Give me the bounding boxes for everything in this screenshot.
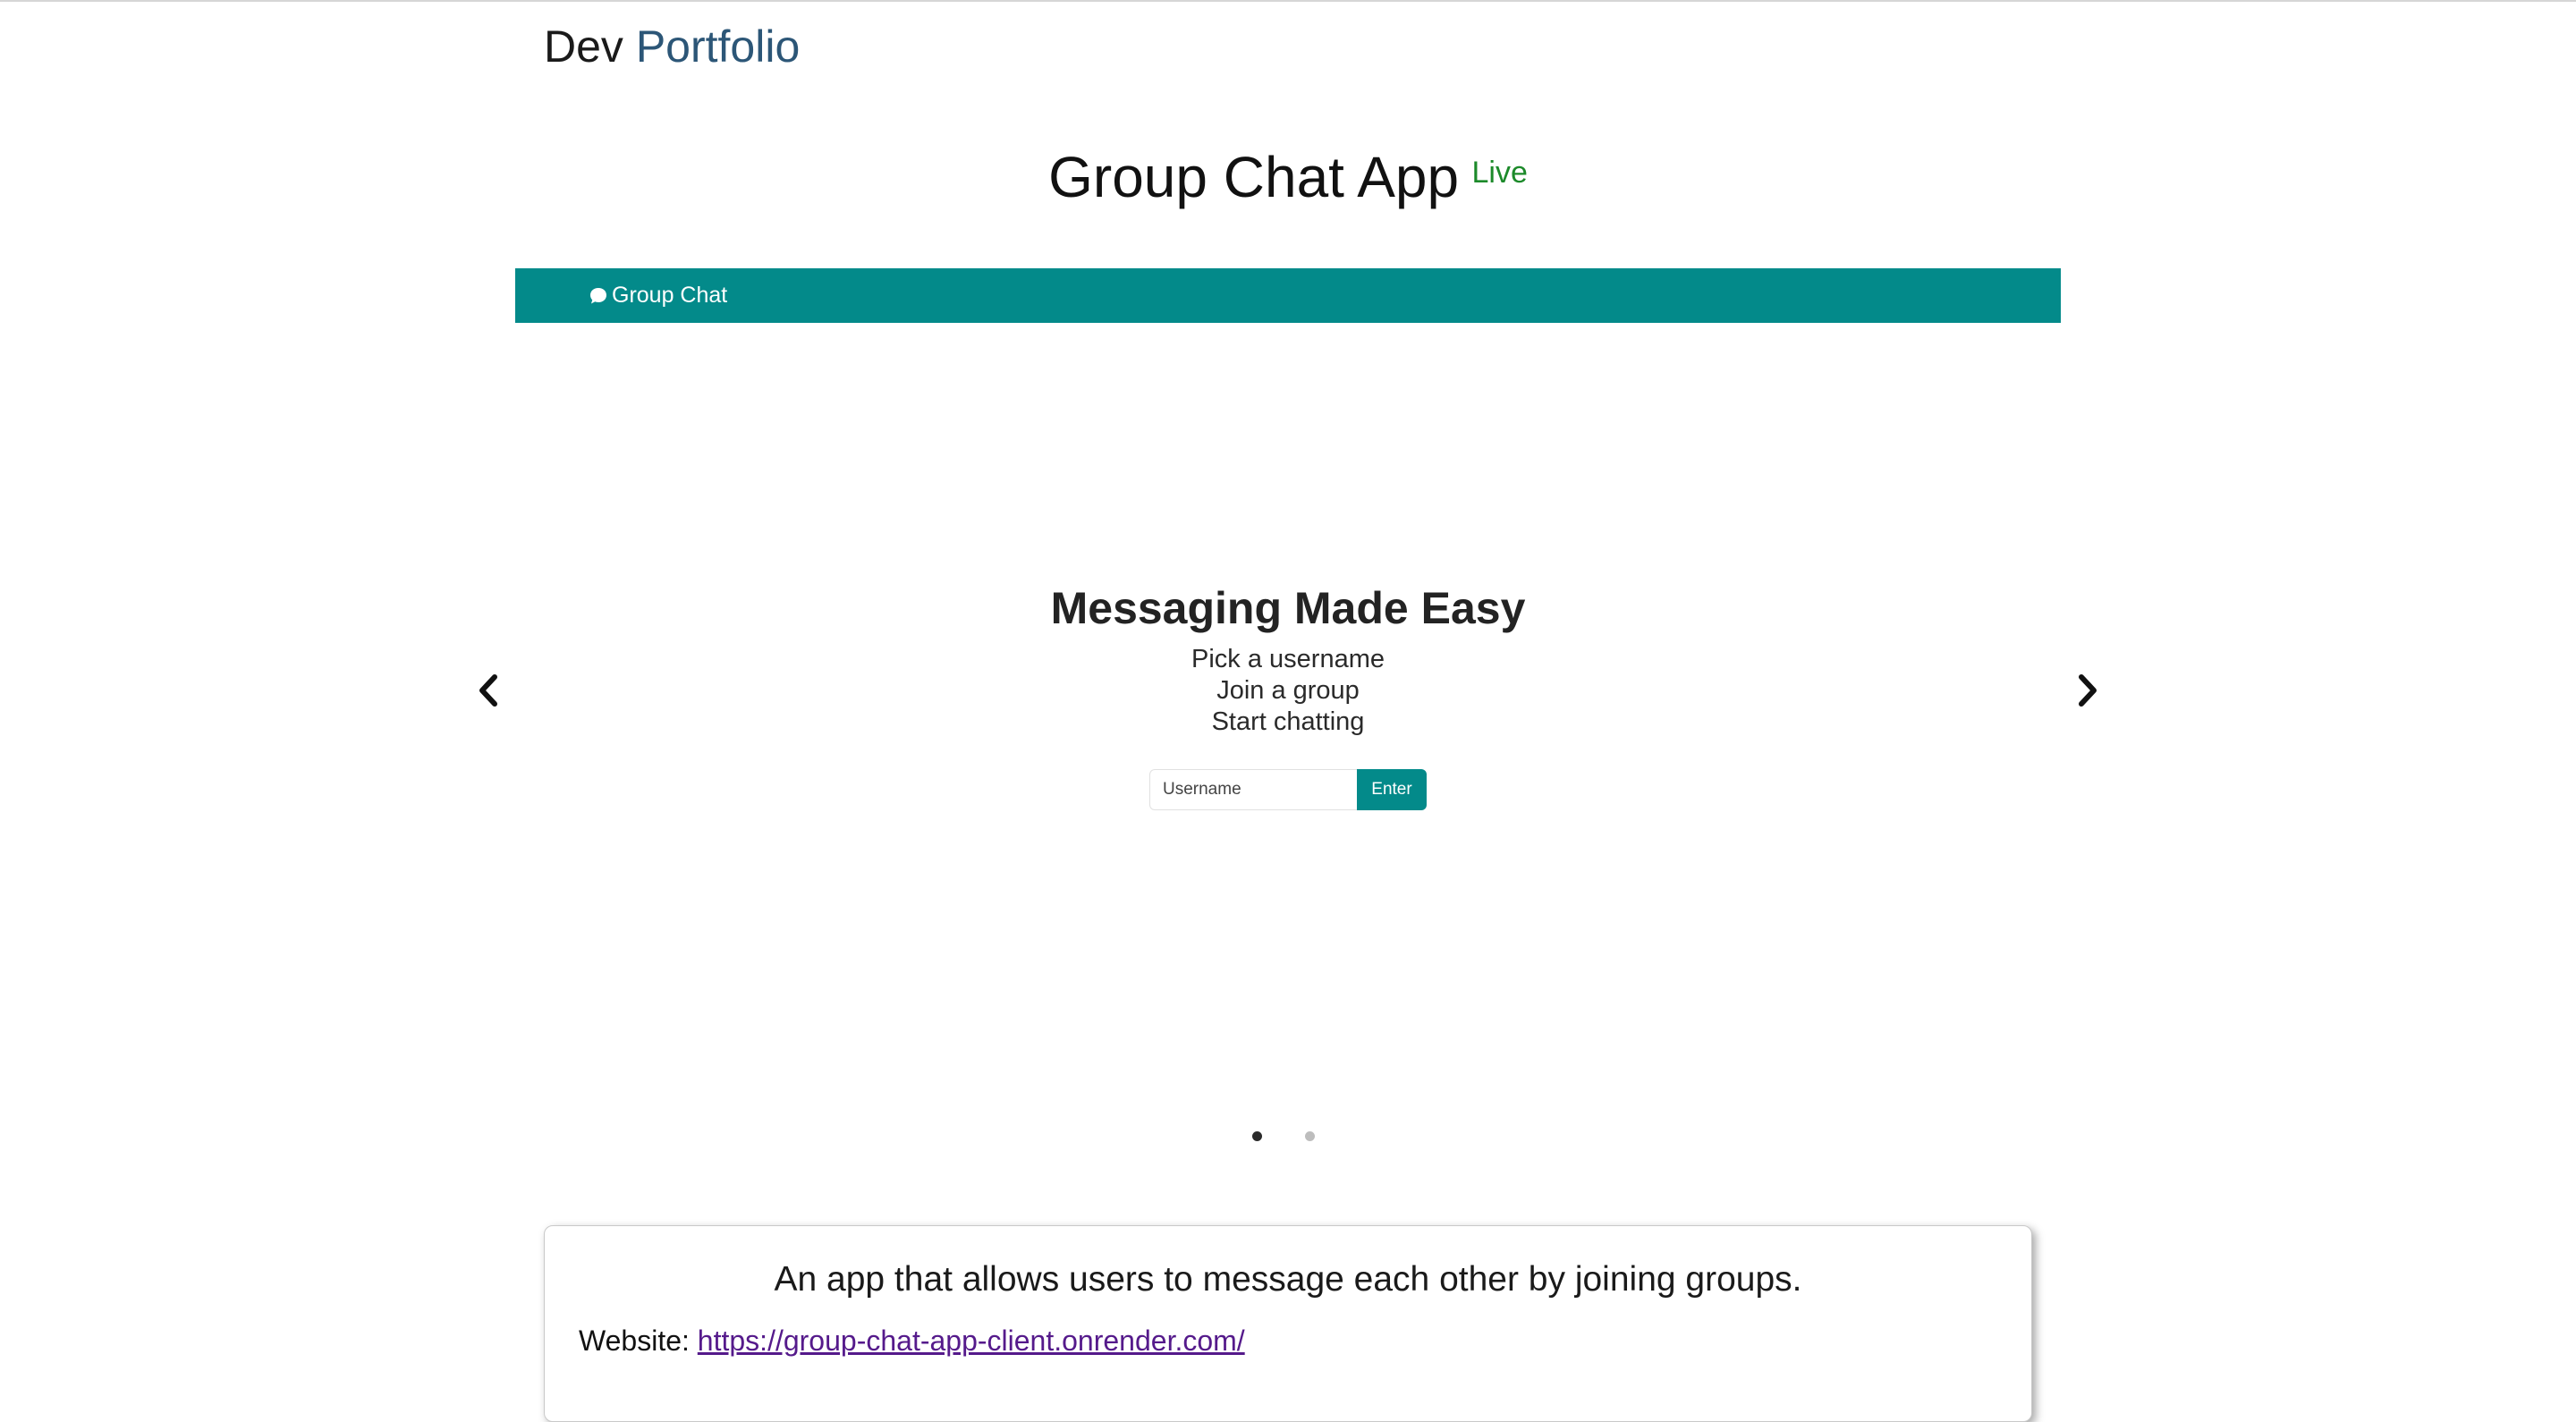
- enter-button[interactable]: Enter: [1357, 769, 1427, 810]
- preview-navbar: Group Chat: [515, 268, 2061, 323]
- carousel-indicators: [1252, 1131, 1315, 1141]
- website-label: Website:: [579, 1325, 690, 1357]
- chevron-right-icon: [2079, 674, 2097, 707]
- brand-logo-link[interactable]: Dev Portfolio: [544, 18, 800, 75]
- website-row: Website: https://group-chat-app-client.o…: [579, 1325, 2031, 1358]
- brand-first-word: Dev: [544, 21, 623, 72]
- project-description: An app that allows users to message each…: [774, 1260, 1802, 1299]
- website-link[interactable]: https://group-chat-app-client.onrender.c…: [698, 1325, 1245, 1357]
- carousel-dot-1[interactable]: [1252, 1131, 1262, 1141]
- project-details-card: An app that allows users to message each…: [544, 1225, 2032, 1422]
- hero-line-2: Join a group: [1216, 676, 1360, 705]
- chevron-left-icon: [479, 674, 497, 707]
- project-header: Group Chat App Live: [0, 134, 2576, 220]
- chat-bubble-icon: [589, 286, 608, 306]
- hero-line-1: Pick a username: [1191, 645, 1385, 673]
- hero-line-3: Start chatting: [1211, 707, 1365, 736]
- preview-hero: Messaging Made Easy Pick a username Join…: [515, 572, 2061, 738]
- brand-second-word: Portfolio: [635, 21, 801, 72]
- status-badge: Live: [1471, 156, 1528, 190]
- hero-heading: Messaging Made Easy: [1050, 583, 1526, 633]
- preview-nav-brand[interactable]: Group Chat: [612, 283, 727, 309]
- username-input[interactable]: [1149, 769, 1357, 810]
- carousel-next-button[interactable]: [2070, 669, 2106, 712]
- page-title: Group Chat App: [1048, 145, 1460, 209]
- carousel-prev-button[interactable]: [470, 669, 506, 712]
- carousel-dot-2[interactable]: [1305, 1131, 1315, 1141]
- username-form: Enter: [1149, 769, 1427, 810]
- top-border: [0, 0, 2576, 2]
